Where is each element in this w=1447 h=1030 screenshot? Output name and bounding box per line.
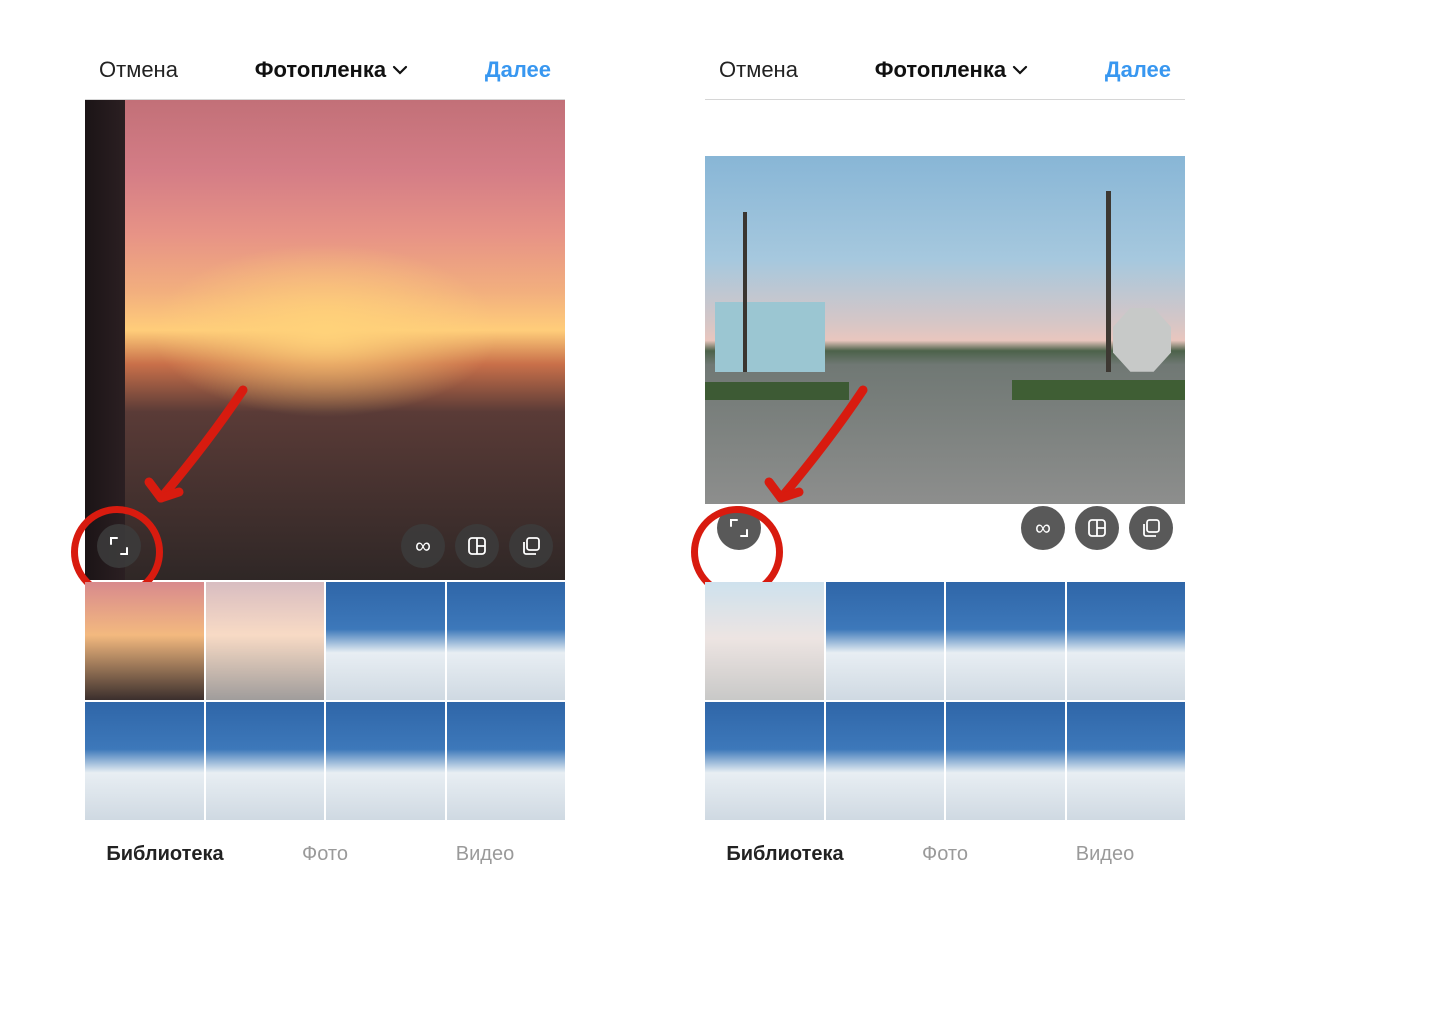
tab-video[interactable]: Видео [405,843,565,866]
expand-crop-icon [728,517,750,539]
bottom-tabs: Библиотека Фото Видео [705,826,1185,882]
photo-preview[interactable]: ∞ [705,100,1185,580]
photo-thumbnail[interactable] [447,582,566,700]
expand-crop-icon [108,535,130,557]
photo-thumbnail[interactable] [85,702,204,820]
photo-thumbnail[interactable] [85,582,204,700]
chevron-down-icon [392,62,408,78]
album-title: Фотопленка [255,57,386,83]
photo-grid[interactable] [85,580,565,820]
nav-bar: Отмена Фотопленка Далее [705,40,1185,100]
tab-photo[interactable]: Фото [245,843,405,866]
multi-select-icon [520,535,542,557]
photo-thumbnail[interactable] [705,702,824,820]
tab-photo[interactable]: Фото [865,843,1025,866]
tab-library[interactable]: Библиотека [85,843,245,866]
album-picker[interactable]: Фотопленка [255,57,408,83]
photo-preview[interactable]: ∞ [85,100,565,580]
album-picker[interactable]: Фотопленка [875,57,1028,83]
boomerang-icon: ∞ [1035,515,1051,541]
photo-grid[interactable] [705,580,1185,820]
photo-thumbnail[interactable] [326,582,445,700]
boomerang-button[interactable]: ∞ [1021,506,1065,550]
nav-bar: Отмена Фотопленка Далее [85,40,565,100]
photo-thumbnail[interactable] [946,702,1065,820]
photo-thumbnail[interactable] [447,702,566,820]
photo-thumbnail[interactable] [946,582,1065,700]
multi-select-icon [1140,517,1162,539]
screenshot-left: Отмена Фотопленка Далее ∞ [85,40,565,882]
chevron-down-icon [1012,62,1028,78]
boomerang-button[interactable]: ∞ [401,524,445,568]
expand-crop-button[interactable] [717,506,761,550]
tab-library[interactable]: Библиотека [705,843,865,866]
album-title: Фотопленка [875,57,1006,83]
multi-select-button[interactable] [1129,506,1173,550]
next-button[interactable]: Далее [485,57,551,83]
photo-thumbnail[interactable] [826,702,945,820]
expand-crop-button[interactable] [97,524,141,568]
layout-button[interactable] [1075,506,1119,550]
bottom-tabs: Библиотека Фото Видео [85,826,565,882]
preview-image [705,156,1185,504]
photo-thumbnail[interactable] [326,702,445,820]
preview-image [85,100,565,580]
photo-thumbnail[interactable] [206,582,325,700]
layout-collage-icon [1086,517,1108,539]
next-button[interactable]: Далее [1105,57,1171,83]
photo-thumbnail[interactable] [826,582,945,700]
photo-thumbnail[interactable] [1067,702,1186,820]
multi-select-button[interactable] [509,524,553,568]
cancel-button[interactable]: Отмена [719,57,798,83]
photo-thumbnail[interactable] [1067,582,1186,700]
cancel-button[interactable]: Отмена [99,57,178,83]
photo-thumbnail[interactable] [705,582,824,700]
tab-video[interactable]: Видео [1025,843,1185,866]
screenshot-right: Отмена Фотопленка Далее ∞ [705,40,1185,882]
layout-collage-icon [466,535,488,557]
boomerang-icon: ∞ [415,533,431,559]
layout-button[interactable] [455,524,499,568]
photo-thumbnail[interactable] [206,702,325,820]
